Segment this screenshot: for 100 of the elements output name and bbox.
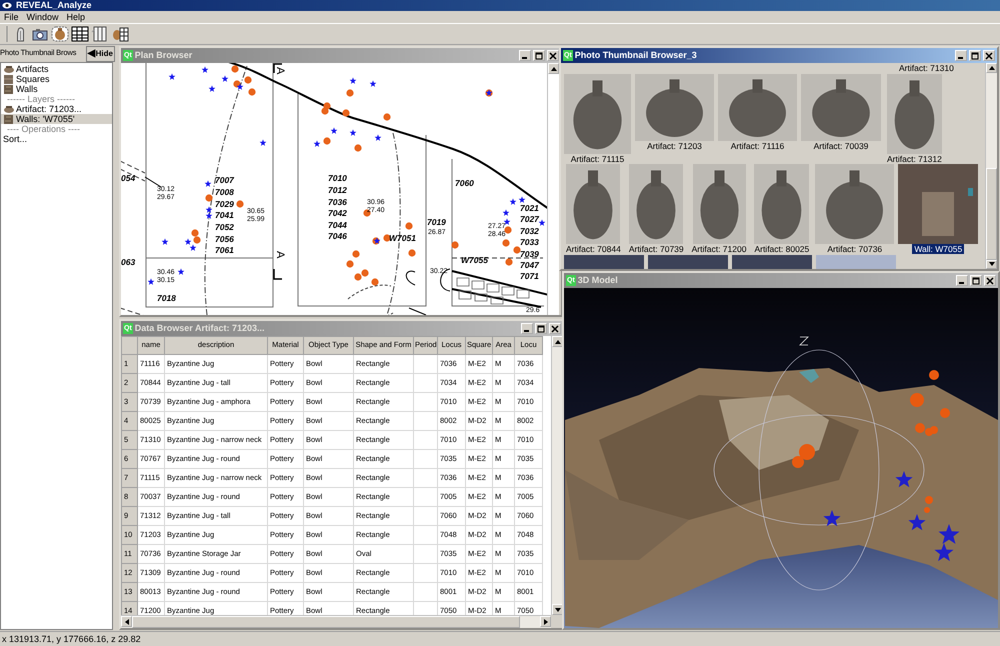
layer-item[interactable]: Squares — [1, 74, 112, 84]
thumbnail-caption[interactable]: Artifact: 70039 — [812, 141, 870, 151]
vertical-scrollbar[interactable] — [547, 63, 559, 315]
close-icon — [549, 52, 557, 60]
photo-icon — [3, 74, 14, 84]
plan-label: 7018 — [157, 293, 176, 303]
layer-item[interactable]: Artifacts — [1, 64, 112, 74]
find-dot — [451, 241, 459, 249]
thumbnail-caption[interactable]: Artifact: 70739 — [626, 244, 686, 254]
plan-label: 7027 — [520, 214, 539, 224]
thumbnail-caption[interactable]: Artifact: 70736 — [825, 244, 884, 254]
find-dot — [383, 113, 391, 121]
plan-label: 7056 — [215, 234, 234, 244]
star-icon — [314, 140, 320, 147]
close-button[interactable] — [549, 323, 561, 334]
plan-label: 7012 — [328, 185, 347, 195]
close-button[interactable] — [984, 275, 996, 286]
thumbnail-caption[interactable]: Artifact: 80025 — [752, 244, 812, 254]
minimize-button[interactable] — [955, 50, 967, 61]
find-dot — [231, 65, 239, 73]
menu-item[interactable]: Window — [22, 11, 63, 23]
scrollbar-thumb[interactable] — [986, 168, 997, 260]
window-title: Plan Browser — [134, 50, 194, 61]
thumbnail-caption[interactable]: Artifact: 70844 — [564, 244, 623, 254]
plan-label: 7042 — [328, 208, 347, 218]
maximize-button[interactable] — [969, 50, 981, 61]
star-icon — [162, 238, 168, 245]
scroll-left-button[interactable] — [121, 616, 132, 627]
plan-label: 7060 — [455, 178, 474, 188]
minimize-button[interactable] — [519, 50, 531, 61]
thumbnail-caption[interactable]: Artifact: 71116 — [728, 141, 786, 151]
vertical-scrollbar[interactable] — [985, 63, 997, 269]
thumbnail-caption[interactable]: Artifact: 71203 — [645, 141, 704, 151]
close-icon — [986, 276, 994, 284]
minimize-button[interactable] — [956, 275, 968, 286]
star-icon — [222, 75, 228, 82]
maximize-icon — [971, 52, 979, 60]
section-mark: A — [274, 251, 286, 258]
find-dot — [342, 109, 350, 117]
section-mark: A — [274, 67, 286, 74]
pottery-table-button[interactable] — [111, 25, 129, 43]
find-dot — [505, 258, 513, 266]
photo-icon — [3, 84, 14, 94]
find-dot — [502, 239, 510, 247]
minimize-button[interactable] — [521, 323, 533, 334]
thumbnail-caption[interactable]: Artifact: 71200 — [690, 244, 748, 254]
statue-icon — [16, 26, 24, 42]
item-label: Artifacts — [16, 64, 49, 74]
star-icon — [350, 77, 356, 84]
star-icon — [350, 129, 356, 136]
menu-item[interactable]: File — [0, 11, 23, 23]
maximize-icon — [535, 52, 543, 60]
layer-item[interactable]: Artifact: 71203... — [1, 104, 112, 114]
window-title: Data Browser Artifact: 71203... — [134, 323, 266, 334]
thumbnail-caption[interactable]: Artifact: 71115 — [568, 154, 626, 164]
find-dot — [346, 89, 354, 97]
thumbnail-caption[interactable]: Wall: W7055 — [912, 244, 964, 254]
close-icon — [985, 52, 993, 60]
vertical-scrollbar[interactable] — [551, 336, 563, 615]
layer-item[interactable]: Walls: 'W7055' — [1, 114, 112, 124]
down-arrow-icon — [554, 608, 560, 612]
maximize-button[interactable] — [970, 275, 982, 286]
columns-button[interactable] — [91, 25, 109, 43]
star-icon — [504, 218, 510, 225]
pottery-icon — [3, 64, 14, 74]
scroll-up-button[interactable] — [548, 63, 559, 74]
close-button[interactable] — [547, 50, 559, 61]
hide-button[interactable]: ◀Hide — [86, 46, 115, 62]
star-icon — [330, 127, 338, 134]
layer-item[interactable]: Walls — [1, 84, 112, 94]
find-dot — [354, 144, 362, 152]
window-title: 3D Model — [578, 275, 619, 286]
star-icon — [168, 73, 176, 80]
find-dot — [405, 222, 413, 230]
maximize-button[interactable] — [535, 323, 547, 334]
maximize-button[interactable] — [533, 50, 545, 61]
find-dot — [205, 194, 213, 202]
scrollbar-thumb[interactable] — [132, 616, 520, 628]
scroll-down-button[interactable] — [552, 604, 563, 615]
scroll-right-button[interactable] — [540, 616, 551, 627]
plan-label: 7071 — [520, 271, 539, 281]
find-dot — [346, 260, 354, 268]
close-button[interactable] — [983, 50, 995, 61]
plan-label: 7019 — [427, 217, 446, 227]
star-icon — [204, 180, 212, 187]
table-button[interactable] — [71, 25, 89, 43]
up-arrow-icon — [554, 340, 560, 344]
thumbnail-caption[interactable]: Artifact: 71312 — [885, 154, 944, 164]
plan-label: 054 — [121, 173, 136, 183]
scroll-up-button[interactable] — [986, 63, 997, 72]
layer-item[interactable]: Sort... — [3, 134, 28, 144]
star-icon — [260, 139, 266, 146]
menu-item[interactable]: Help — [62, 11, 90, 23]
scroll-up-button[interactable] — [552, 336, 563, 347]
photo-icon — [3, 114, 14, 124]
item-label: Artifact: 71203... — [16, 104, 82, 114]
horizontal-scrollbar[interactable] — [121, 615, 551, 628]
button-label: Hide — [96, 48, 113, 60]
pottery-button[interactable] — [51, 25, 69, 43]
table-icon — [71, 25, 89, 43]
